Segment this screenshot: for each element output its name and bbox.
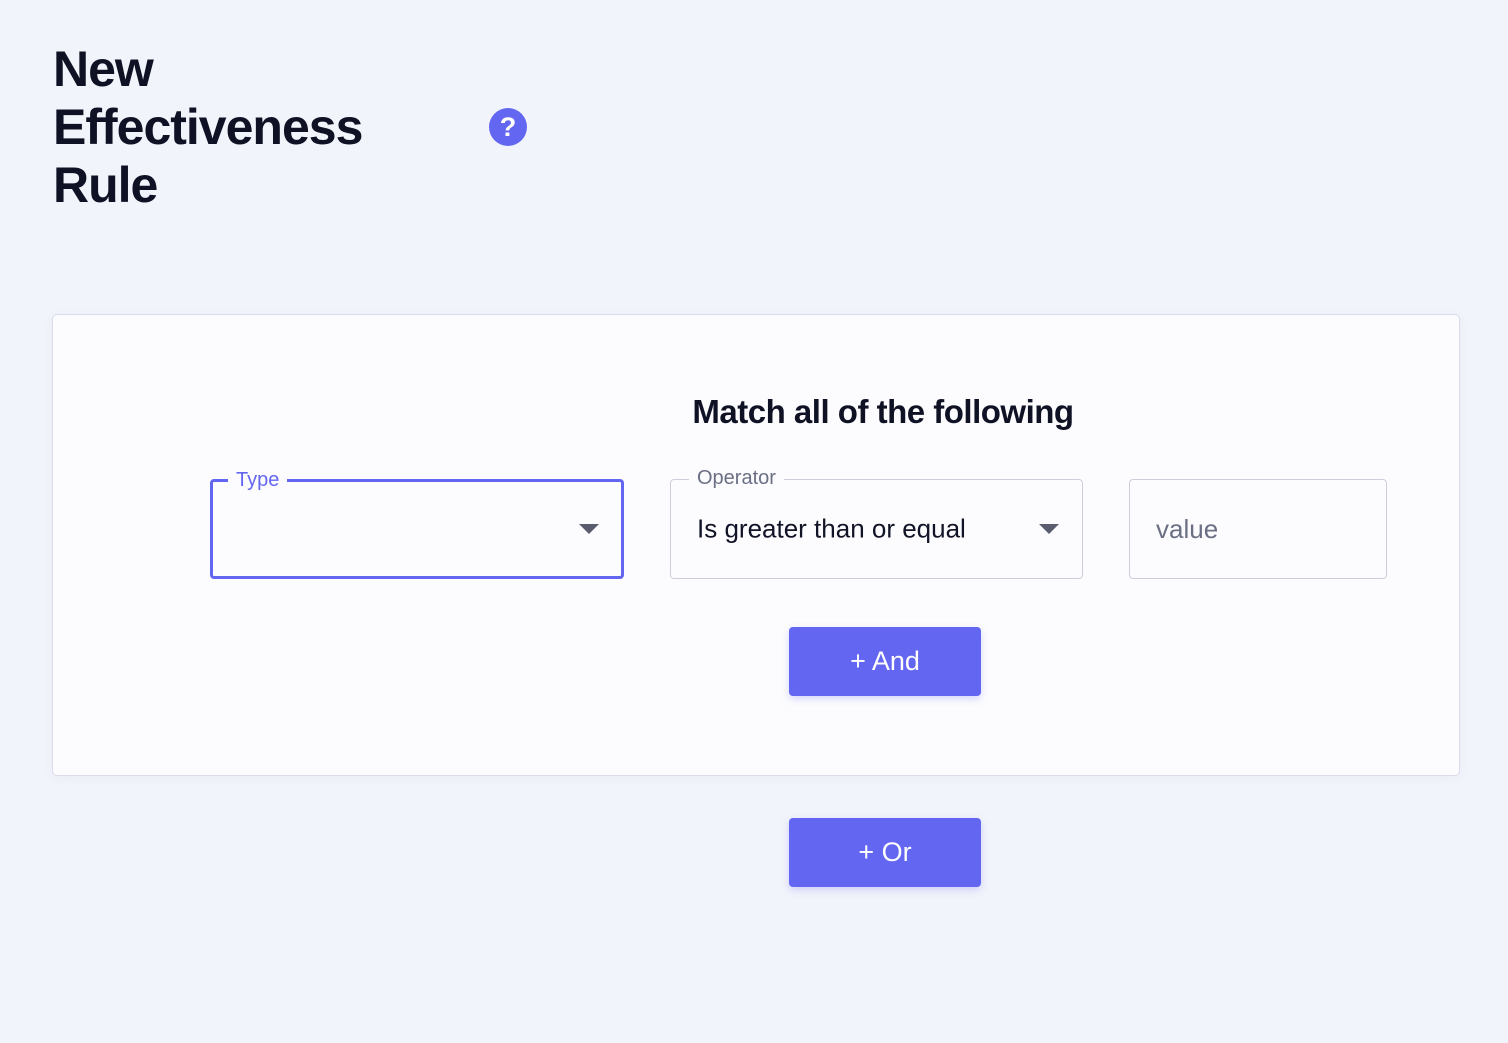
operator-select[interactable]: Operator Is greater than or equal bbox=[670, 466, 1083, 579]
add-and-button[interactable]: + And bbox=[789, 627, 981, 696]
page-header: New Effectiveness Rule ? bbox=[53, 40, 533, 220]
group-heading: Match all of the following bbox=[692, 393, 1074, 430]
value-field bbox=[1129, 479, 1387, 579]
rule-group-card: Match all of the following Type Operator… bbox=[52, 314, 1460, 776]
page-title: New Effectiveness Rule bbox=[53, 41, 363, 213]
add-or-button[interactable]: + Or bbox=[789, 818, 981, 887]
type-label: Type bbox=[228, 468, 288, 492]
question-mark-icon: ? bbox=[499, 111, 517, 142]
chevron-down-icon[interactable] bbox=[1039, 524, 1059, 534]
operator-label: Operator bbox=[689, 466, 784, 490]
chevron-down-icon[interactable] bbox=[579, 524, 599, 534]
type-select[interactable]: Type bbox=[210, 468, 624, 579]
operator-value: Is greater than or equal bbox=[697, 513, 966, 544]
help-button[interactable]: ? bbox=[489, 108, 527, 146]
value-input[interactable] bbox=[1130, 480, 1386, 578]
